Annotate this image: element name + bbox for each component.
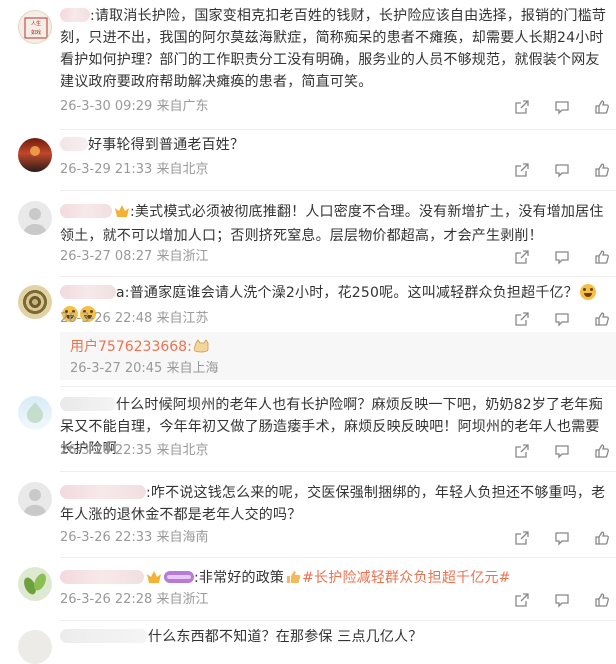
- divider: [60, 471, 616, 472]
- comment-meta: 26-3-30 09:29 来自广东: [60, 99, 209, 114]
- thumbs-up-emoji-icon: [286, 569, 302, 591]
- comment-meta: 26-3-26 22:33 来自海南: [60, 530, 209, 545]
- divider: [60, 557, 616, 558]
- share-icon[interactable]: [514, 592, 530, 608]
- like-icon[interactable]: [594, 592, 610, 608]
- reply-box[interactable]: 用户7576233668: 26-3-27 20:45 来自上海: [60, 332, 616, 380]
- share-icon[interactable]: [514, 311, 530, 327]
- comment-text: :非常好的政策 #长护险减轻群众负担超千亿元#: [60, 567, 612, 591]
- comment-icon[interactable]: [554, 162, 570, 178]
- svg-text:人生: 人生: [31, 20, 41, 27]
- avatar[interactable]: [18, 630, 52, 664]
- comment-text: 什么东西都不知道？在那参保 三点几亿人？: [60, 626, 612, 648]
- comment-text: :咋不说这钱怎么来的呢，交医保强制捆绑的，年轻人负担还不够重吗，老年人涨的退休金…: [60, 485, 606, 523]
- comment-actions: [514, 529, 610, 547]
- comment-actions: [514, 310, 610, 328]
- avatar[interactable]: [18, 567, 52, 601]
- like-icon[interactable]: [594, 443, 610, 459]
- reply-text: 用户7576233668:: [70, 336, 210, 360]
- svg-text:如戏: 如戏: [31, 29, 41, 36]
- comment-meta: 26-3-26 22:28 来自浙江: [60, 592, 209, 607]
- reply-meta: 26-3-27 20:45 来自上海: [70, 361, 219, 376]
- like-icon[interactable]: [594, 162, 610, 178]
- divider: [60, 386, 616, 387]
- laugh-emoji-icon: [579, 284, 596, 300]
- comment-icon[interactable]: [554, 592, 570, 608]
- username[interactable]: [60, 137, 88, 151]
- reply-username[interactable]: 用户7576233668:: [70, 339, 192, 355]
- comment-text: 好事轮得到普通老百姓？: [60, 134, 612, 156]
- comment-meta: 26-3-29 21:33 来自北京: [60, 162, 209, 177]
- crown-icon: [146, 569, 162, 591]
- comment-feed: 人生如戏 :请取消长护险，国家变相克扣老百姓的钱财，长护险应该自由选择，报销的门…: [0, 0, 616, 664]
- username[interactable]: [60, 570, 144, 584]
- username[interactable]: [60, 285, 116, 299]
- share-icon[interactable]: [514, 443, 530, 459]
- share-icon[interactable]: [514, 530, 530, 546]
- avatar[interactable]: [18, 201, 52, 235]
- share-icon[interactable]: [514, 162, 530, 178]
- comment-actions: [514, 161, 610, 179]
- comment-meta: 26-3-27 08:27 来自浙江: [60, 249, 209, 264]
- divider: [60, 129, 616, 130]
- avatar[interactable]: 人生 如戏: [18, 10, 52, 44]
- username[interactable]: [60, 8, 90, 22]
- fan-badge-icon: [164, 569, 194, 591]
- comment-meta: 26-3-26 22:48 来自江苏: [60, 311, 209, 326]
- comment-actions: [514, 98, 610, 116]
- comment-icon[interactable]: [554, 99, 570, 115]
- username[interactable]: [60, 397, 116, 411]
- comment-text: :请取消长护险，国家变相克扣老百姓的钱财，长护险应该自由选择，报销的门槛苛刻，只…: [60, 8, 607, 90]
- divider: [60, 276, 616, 277]
- like-icon[interactable]: [594, 249, 610, 265]
- avatar[interactable]: [18, 138, 52, 172]
- username[interactable]: [60, 485, 146, 499]
- like-icon[interactable]: [594, 530, 610, 546]
- avatar[interactable]: [18, 285, 52, 319]
- comment-icon[interactable]: [554, 443, 570, 459]
- topic-link[interactable]: #长护险减轻群众负担超千亿元#: [302, 570, 510, 586]
- comment-text: :美式模式必须被彻底推翻！人口密度不合理。没有新增扩土，没有增加居住领土，就不可…: [60, 203, 604, 244]
- avatar[interactable]: [18, 396, 52, 430]
- like-icon[interactable]: [594, 99, 610, 115]
- divider: [60, 620, 616, 621]
- share-icon[interactable]: [514, 99, 530, 115]
- cat-emoji-icon: [193, 338, 210, 360]
- comment-actions: [514, 442, 610, 460]
- comment-icon[interactable]: [554, 249, 570, 265]
- comment-actions: [514, 591, 610, 609]
- comment-meta: 26-3-26 22:35 来自北京: [60, 443, 209, 458]
- comment-actions: [514, 248, 610, 266]
- username[interactable]: [60, 629, 148, 643]
- divider: [60, 190, 616, 191]
- comment-icon[interactable]: [554, 530, 570, 546]
- avatar[interactable]: [18, 482, 52, 516]
- like-icon[interactable]: [594, 311, 610, 327]
- share-icon[interactable]: [514, 249, 530, 265]
- comment-icon[interactable]: [554, 311, 570, 327]
- crown-icon: [114, 203, 130, 225]
- username[interactable]: [60, 204, 112, 218]
